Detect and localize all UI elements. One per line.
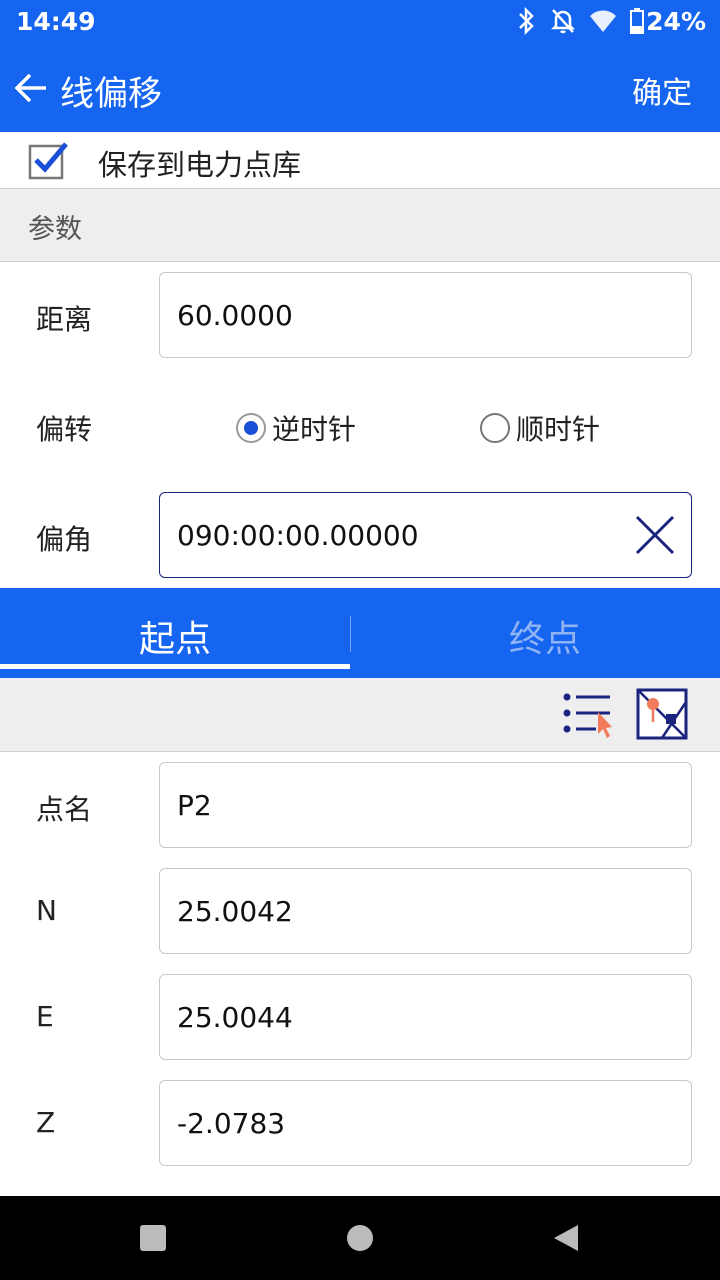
radio-unselected-icon xyxy=(480,413,510,443)
page-title: 线偏移 xyxy=(60,74,162,114)
distance-value: 60.0000 xyxy=(177,299,293,332)
radio-clockwise-label: 顺时针 xyxy=(516,413,601,446)
params-section-header: 参数 xyxy=(0,188,720,262)
radio-counterclockwise-label: 逆时针 xyxy=(272,413,357,446)
elevation-value: -2.0783 xyxy=(177,1107,286,1140)
save-to-library-label: 保存到电力点库 xyxy=(98,148,302,182)
bluetooth-icon xyxy=(519,6,534,36)
point-name-label: 点名 xyxy=(36,793,93,826)
radio-clockwise[interactable]: 顺时针 xyxy=(480,408,600,448)
angle-input[interactable]: 090:00:00.00000 xyxy=(159,492,692,578)
back-nav-icon[interactable] xyxy=(552,1224,580,1252)
confirm-button[interactable]: 确定 xyxy=(632,68,692,112)
battery-group: 24% xyxy=(630,7,706,36)
angle-label: 偏角 xyxy=(36,523,93,556)
elevation-label: Z xyxy=(36,1106,56,1139)
recents-icon[interactable] xyxy=(139,1224,167,1252)
point-tool-strip xyxy=(0,678,720,752)
app-bar: 线偏移 确定 xyxy=(0,44,720,132)
east-value: 25.0044 xyxy=(177,1001,293,1034)
status-time: 14:49 xyxy=(16,7,96,36)
tab-divider xyxy=(350,616,351,652)
north-label: N xyxy=(36,894,57,927)
home-icon[interactable] xyxy=(346,1224,374,1252)
radio-counterclockwise[interactable]: 逆时针 xyxy=(236,408,356,448)
bell-off-icon xyxy=(551,9,576,34)
map-pick-point-icon[interactable] xyxy=(636,688,688,740)
system-nav-bar xyxy=(0,1196,720,1280)
point-name-input[interactable]: P2 xyxy=(159,762,692,848)
battery-icon xyxy=(630,8,645,34)
save-to-library-row[interactable]: 保存到电力点库 xyxy=(0,132,720,188)
point-name-value: P2 xyxy=(177,789,212,822)
status-bar: 14:49 24% xyxy=(0,0,720,44)
radio-selected-icon xyxy=(236,413,266,443)
east-input[interactable]: 25.0044 xyxy=(159,974,692,1060)
list-select-icon[interactable] xyxy=(560,688,614,742)
arrow-left-icon[interactable] xyxy=(12,68,52,108)
checkbox-checked-icon[interactable] xyxy=(28,140,68,180)
north-value: 25.0042 xyxy=(177,895,293,928)
clear-icon[interactable] xyxy=(633,513,677,557)
tab-end-point[interactable]: 终点 xyxy=(370,588,720,678)
elevation-input[interactable]: -2.0783 xyxy=(159,1080,692,1166)
battery-percent: 24% xyxy=(646,6,706,36)
wifi-icon xyxy=(590,10,617,33)
distance-label: 距离 xyxy=(36,303,93,336)
angle-value: 090:00:00.00000 xyxy=(177,519,419,552)
distance-input[interactable]: 60.0000 xyxy=(159,272,692,358)
tab-indicator xyxy=(0,664,350,669)
params-section-title: 参数 xyxy=(28,214,82,245)
status-icons: 24% xyxy=(516,6,706,36)
direction-label: 偏转 xyxy=(36,413,93,446)
north-input[interactable]: 25.0042 xyxy=(159,868,692,954)
east-label: E xyxy=(36,1000,54,1033)
